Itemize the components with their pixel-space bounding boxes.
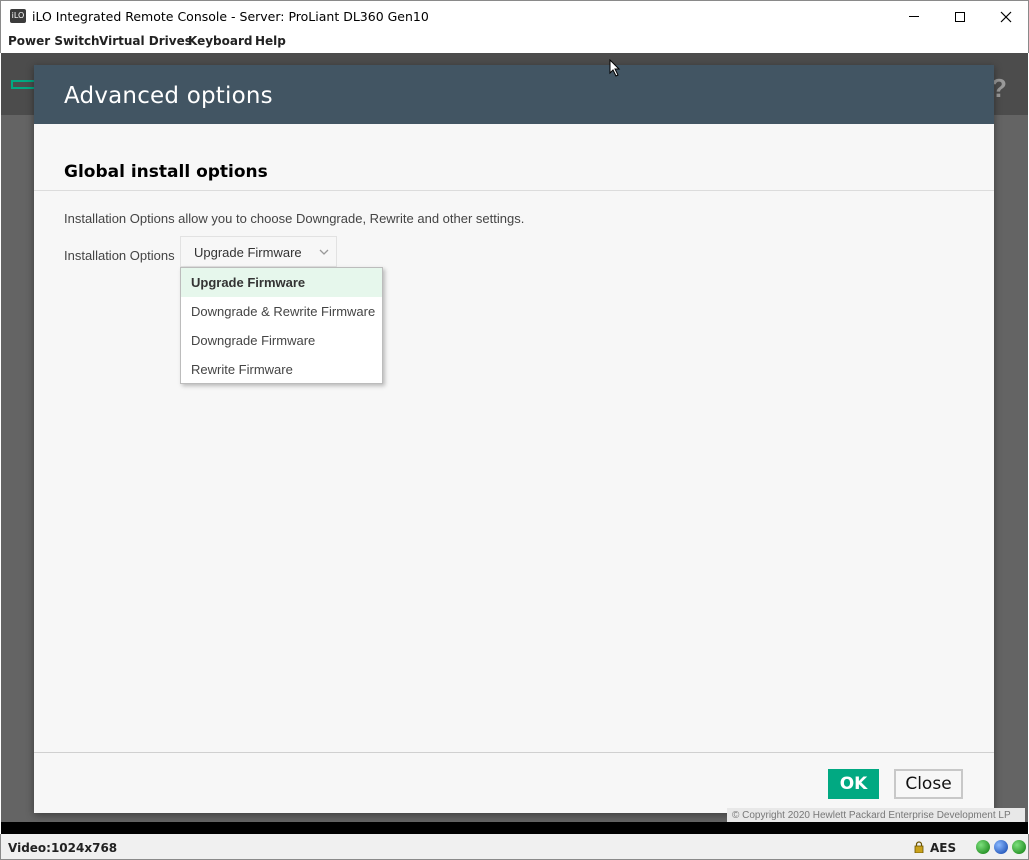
section-description: Installation Options allow you to choose… [64,211,525,226]
select-value: Upgrade Firmware [194,245,302,260]
maximize-button[interactable] [937,1,983,32]
menu-bar: Power Switch Virtual Drives Keyboard Hel… [0,31,1029,53]
installation-options-select[interactable]: Upgrade Firmware [180,236,337,267]
close-button[interactable]: Close [894,769,963,799]
option-upgrade-firmware[interactable]: Upgrade Firmware [181,268,382,297]
close-window-button[interactable] [983,1,1029,32]
chevron-down-icon [319,249,329,255]
installation-options-dropdown: Upgrade Firmware Downgrade & Rewrite Fir… [180,267,383,384]
window-title: iLO Integrated Remote Console - Server: … [32,9,429,24]
option-downgrade-rewrite-firmware[interactable]: Downgrade & Rewrite Firmware [181,297,382,326]
encryption-status: AES [930,841,957,855]
minimize-icon [909,16,919,17]
section-title: Global install options [64,162,268,182]
menu-power-switch[interactable]: Power Switch [8,34,100,48]
close-icon [1000,11,1012,22]
option-rewrite-firmware[interactable]: Rewrite Firmware [181,355,382,384]
dialog-header: Advanced options [34,65,994,124]
copyright-text: © Copyright 2020 Hewlett Packard Enterpr… [727,808,1025,823]
maximize-icon [955,11,965,22]
menu-keyboard[interactable]: Keyboard [188,34,253,48]
menu-virtual-drives[interactable]: Virtual Drives [99,34,192,48]
advanced-options-dialog: Advanced options Global install options … [34,65,994,813]
screen-bottom-strip [1,822,1028,834]
menu-help[interactable]: Help [255,34,286,48]
option-downgrade-firmware[interactable]: Downgrade Firmware [181,326,382,355]
footer-divider [34,752,994,753]
minimize-button[interactable] [891,1,937,32]
status-bar: Video:1024x768 AES [0,834,1029,860]
ilo-app-icon: iLO [10,9,26,23]
section-divider [34,190,994,191]
dialog-title: Advanced options [64,83,273,109]
mouse-cursor-icon [609,59,621,77]
health-status-icon [976,840,990,854]
power-status-icon[interactable] [1012,840,1026,854]
video-resolution-status: Video:1024x768 [8,841,118,855]
lock-icon [914,841,924,853]
window-titlebar: iLO iLO Integrated Remote Console - Serv… [0,0,1029,31]
installation-options-label: Installation Options [64,248,175,263]
uid-indicator-icon[interactable] [994,840,1008,854]
ok-button[interactable]: OK [828,769,879,799]
